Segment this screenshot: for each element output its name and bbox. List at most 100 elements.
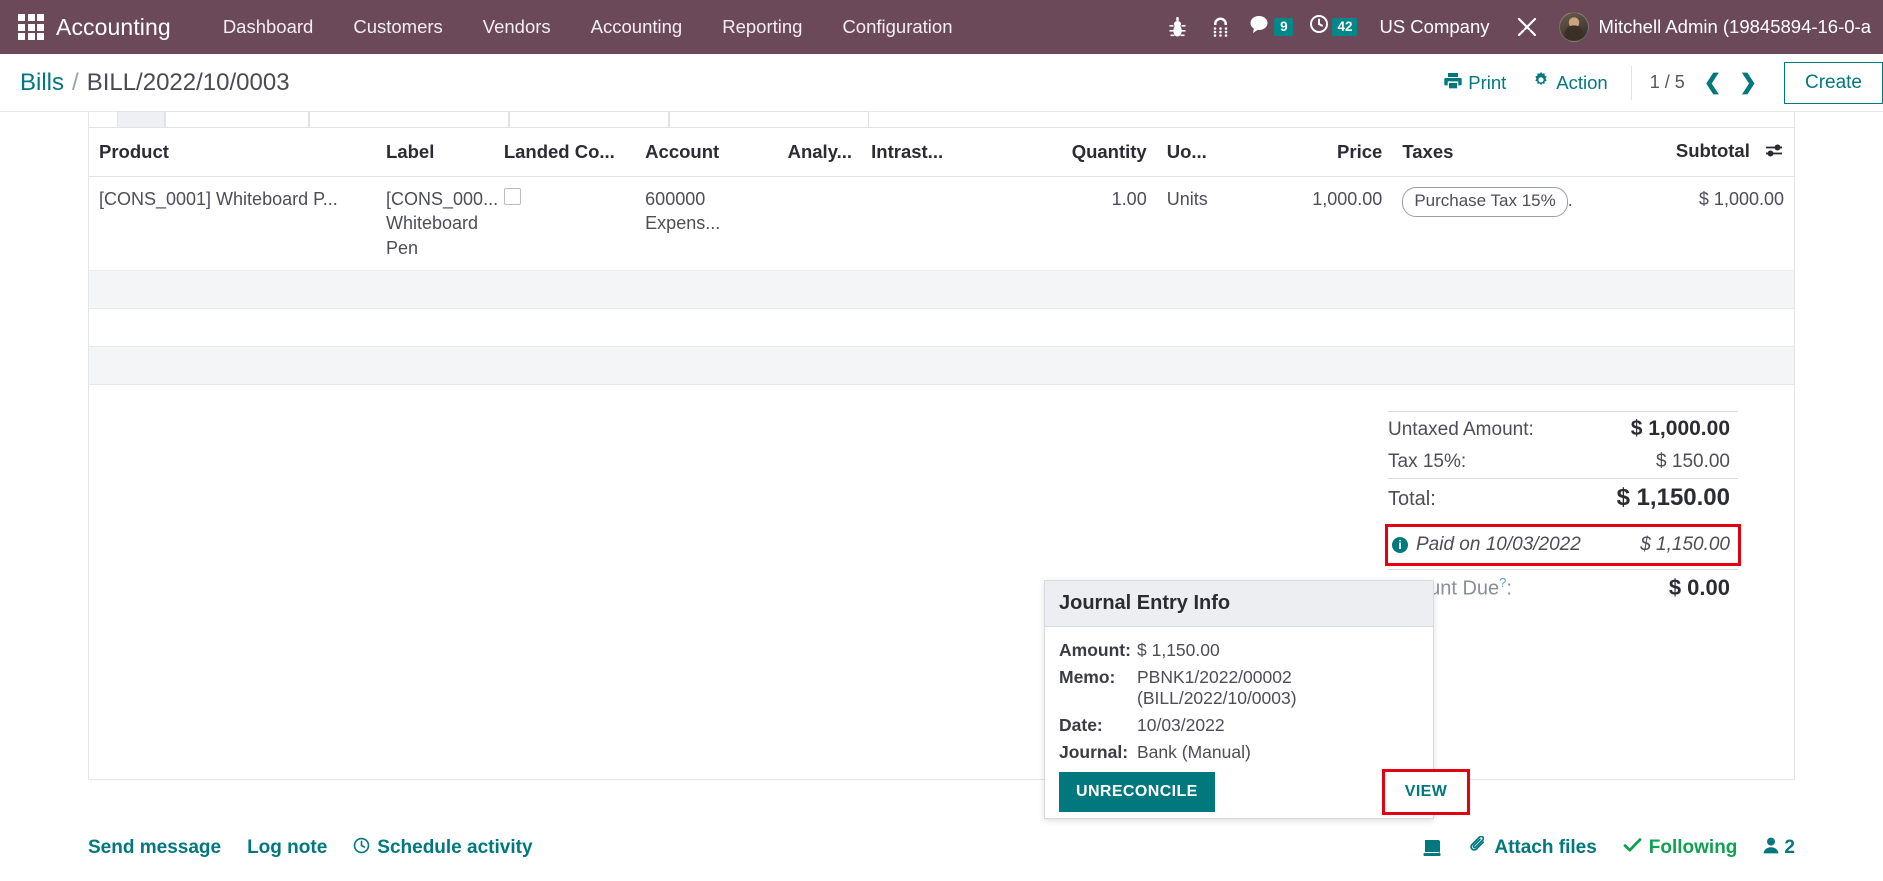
tax-badge[interactable]: Purchase Tax 15% bbox=[1402, 187, 1568, 218]
cell-landed-cost[interactable] bbox=[493, 176, 636, 271]
schedule-activity-button[interactable]: Schedule activity bbox=[353, 837, 533, 860]
app-brand-accounting[interactable]: Accounting bbox=[56, 14, 171, 41]
chatter-status: Attach files Following 2 bbox=[1423, 835, 1795, 860]
totals-panel: Untaxed Amount: $ 1,000.00 Tax 15%: $ 15… bbox=[1385, 411, 1741, 606]
tax-suffix: . bbox=[1567, 190, 1573, 211]
create-button[interactable]: Create bbox=[1783, 61, 1883, 104]
col-taxes[interactable]: Taxes bbox=[1392, 128, 1586, 178]
user-icon bbox=[1763, 837, 1779, 860]
book-icon[interactable] bbox=[1423, 839, 1444, 857]
popover-journal-key: Journal: bbox=[1059, 742, 1129, 762]
user-menu[interactable]: Mitchell Admin (19845894-16-0-a bbox=[1598, 16, 1873, 38]
empty-row-1[interactable] bbox=[89, 270, 1794, 309]
landed-cost-checkbox[interactable] bbox=[503, 188, 521, 206]
popover-memo-key: Memo: bbox=[1059, 667, 1116, 687]
cell-product[interactable]: [CONS_0001] Whiteboard P... bbox=[89, 176, 377, 271]
col-subtotal[interactable]: Subtotal bbox=[1585, 128, 1794, 178]
untaxed-amount-label: Untaxed Amount: bbox=[1388, 419, 1534, 440]
chevron-left-icon[interactable]: ❮ bbox=[1697, 70, 1729, 95]
apps-grid-icon[interactable] bbox=[18, 14, 44, 40]
view-button[interactable]: VIEW bbox=[1381, 769, 1471, 815]
menu-item-reporting[interactable]: Reporting bbox=[702, 10, 822, 44]
col-product[interactable]: Product bbox=[89, 128, 377, 178]
cell-analytic[interactable] bbox=[777, 176, 862, 271]
col-quantity[interactable]: Quantity bbox=[1021, 128, 1157, 178]
amount-due-row: Amount Due?: $ 0.00 bbox=[1388, 569, 1738, 606]
empty-cell[interactable] bbox=[89, 308, 1794, 347]
cell-intrastat[interactable] bbox=[861, 176, 1022, 271]
following-button[interactable]: Following bbox=[1623, 837, 1738, 859]
messages-counter[interactable]: 9 bbox=[1242, 11, 1301, 44]
col-price[interactable]: Price bbox=[1274, 128, 1393, 178]
unreconcile-button[interactable]: UNRECONCILE bbox=[1059, 772, 1215, 812]
col-intrastat[interactable]: Intrast... bbox=[861, 128, 1022, 178]
following-label: Following bbox=[1648, 837, 1738, 858]
bug-icon[interactable] bbox=[1156, 13, 1199, 41]
col-analytic[interactable]: Analy... bbox=[777, 128, 862, 178]
main-menu: Dashboard Customers Vendors Accounting R… bbox=[203, 10, 973, 44]
menu-item-vendors[interactable]: Vendors bbox=[463, 10, 571, 44]
menu-item-configuration[interactable]: Configuration bbox=[822, 10, 972, 44]
form-sheet-area: Product Label Landed Co... Account Analy… bbox=[0, 111, 1883, 881]
company-switcher[interactable]: US Company bbox=[1365, 12, 1503, 42]
column-settings-icon[interactable] bbox=[1765, 141, 1784, 163]
empty-row-2[interactable] bbox=[89, 308, 1794, 347]
clock-icon bbox=[353, 837, 370, 860]
clock-icon bbox=[1309, 14, 1329, 40]
action-button[interactable]: Action bbox=[1519, 65, 1620, 100]
gear-icon bbox=[1532, 71, 1550, 94]
tab-stub-1[interactable] bbox=[117, 111, 165, 127]
cell-taxes[interactable]: Purchase Tax 15%. bbox=[1392, 176, 1586, 271]
popover-actions: UNRECONCILE VIEW bbox=[1059, 766, 1471, 815]
paid-on-row[interactable]: i Paid on 10/03/2022 $ 1,150.00 bbox=[1385, 524, 1741, 566]
tab-stub-5[interactable] bbox=[669, 111, 869, 127]
lines-header-row: Product Label Landed Co... Account Analy… bbox=[89, 128, 1794, 178]
cell-quantity[interactable]: 1.00 bbox=[1021, 176, 1157, 271]
popover-memo-value: PBNK1/2022/00002 (BILL/2022/10/0003) bbox=[1137, 667, 1297, 708]
tax-label: Tax 15%: bbox=[1388, 451, 1467, 472]
followers-button[interactable]: 2 bbox=[1763, 837, 1795, 860]
toolbar-divider bbox=[1630, 65, 1632, 100]
tab-stub-4[interactable] bbox=[509, 111, 669, 127]
cell-account[interactable]: 600000 Expens... bbox=[635, 176, 778, 271]
control-panel: Bills / BILL/2022/10/0003 Print Action 1… bbox=[0, 54, 1883, 112]
empty-cell[interactable] bbox=[89, 270, 1794, 309]
wrench-screwdriver-icon[interactable] bbox=[1503, 12, 1551, 42]
total-row: Total: $ 1,150.00 bbox=[1388, 478, 1738, 517]
chevron-right-icon[interactable]: ❯ bbox=[1732, 70, 1764, 95]
send-message-button[interactable]: Send message bbox=[88, 837, 221, 859]
breadcrumb: Bills / BILL/2022/10/0003 bbox=[20, 69, 290, 97]
print-label: Print bbox=[1468, 71, 1507, 93]
cell-price[interactable]: 1,000.00 bbox=[1274, 176, 1393, 271]
col-landed-cost[interactable]: Landed Co... bbox=[493, 128, 636, 178]
info-icon[interactable]: i bbox=[1392, 537, 1408, 553]
log-note-button[interactable]: Log note bbox=[247, 837, 327, 859]
cell-label[interactable]: [CONS_000... Whiteboard Pen bbox=[376, 176, 498, 271]
attach-files-button[interactable]: Attach files bbox=[1470, 835, 1597, 860]
tab-stub-3[interactable] bbox=[309, 111, 509, 127]
tab-stub-2[interactable] bbox=[165, 111, 309, 127]
breadcrumb-current: BILL/2022/10/0003 bbox=[86, 68, 290, 96]
col-uom[interactable]: Uo... bbox=[1156, 128, 1275, 178]
table-row[interactable]: [CONS_0001] Whiteboard P... [CONS_000...… bbox=[89, 176, 1794, 271]
empty-row-3[interactable] bbox=[89, 346, 1794, 385]
popover-journal-value: Bank (Manual) bbox=[1137, 742, 1251, 762]
menu-item-dashboard[interactable]: Dashboard bbox=[203, 10, 334, 44]
user-avatar[interactable] bbox=[1559, 12, 1590, 42]
empty-cell[interactable] bbox=[89, 346, 1794, 385]
notebook-tab-stubs bbox=[89, 111, 1794, 128]
breadcrumb-bills[interactable]: Bills bbox=[20, 69, 64, 97]
action-label: Action bbox=[1556, 71, 1608, 93]
dialpad-icon[interactable] bbox=[1199, 13, 1242, 42]
menu-item-accounting[interactable]: Accounting bbox=[571, 10, 703, 44]
chatter-bar: Send message Log note Schedule activity bbox=[0, 815, 1883, 881]
menu-item-customers[interactable]: Customers bbox=[333, 10, 462, 44]
popover-amount-key: Amount: bbox=[1059, 640, 1131, 660]
col-account[interactable]: Account bbox=[635, 128, 778, 178]
print-button[interactable]: Print bbox=[1431, 66, 1519, 100]
amount-due-value: $ 0.00 bbox=[1668, 575, 1730, 600]
popover-body: Amount: $ 1,150.00 Memo: PBNK1/2022/0000… bbox=[1045, 627, 1471, 818]
cell-uom[interactable]: Units bbox=[1156, 176, 1275, 271]
col-label[interactable]: Label bbox=[376, 128, 494, 178]
activities-counter[interactable]: 42 bbox=[1301, 10, 1365, 44]
